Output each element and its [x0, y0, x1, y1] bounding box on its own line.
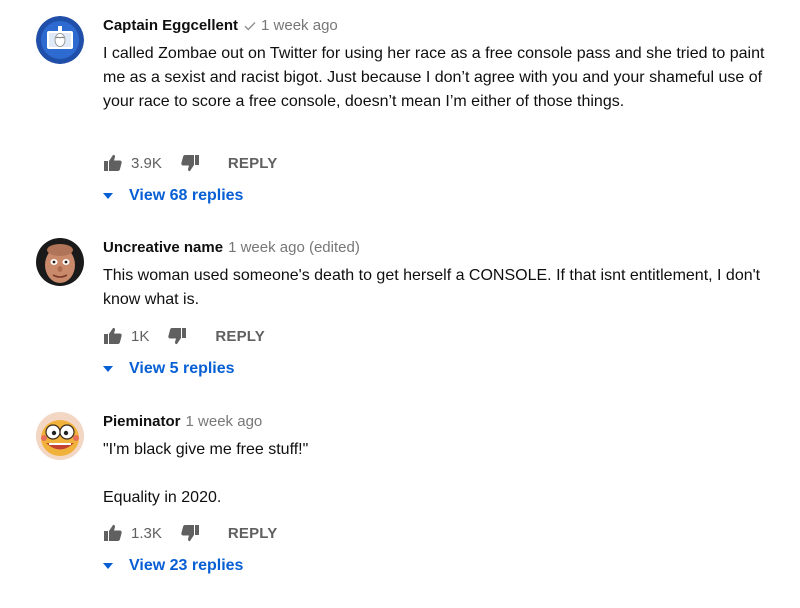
egg-logo-avatar-icon [36, 16, 84, 64]
thumbs-up-icon[interactable] [103, 153, 123, 173]
comment-body: Uncreative name 1 week ago (edited) This … [103, 238, 783, 377]
comment-body: Pieminator 1 week ago "I'm black give me … [103, 412, 783, 574]
verified-check-icon [244, 17, 256, 37]
thumbs-up-icon[interactable] [103, 523, 123, 543]
view-replies-button[interactable]: View 23 replies [103, 554, 243, 578]
reply-button[interactable]: REPLY [228, 525, 278, 542]
caret-down-icon [103, 366, 113, 372]
author-name[interactable]: Captain Eggcellent [103, 17, 238, 34]
comment-paragraph-spacer [103, 462, 783, 486]
reply-button[interactable]: REPLY [215, 328, 265, 345]
thumbs-up-icon[interactable] [103, 326, 123, 346]
thumbs-down-icon[interactable] [167, 326, 187, 346]
comment-paragraph: "I'm black give me free stuff!" [103, 441, 309, 458]
comment-header: Uncreative name 1 week ago (edited) [103, 238, 783, 260]
comment-paragraph: This woman used someone's death to get h… [103, 267, 761, 308]
comment-timestamp[interactable]: 1 week ago [186, 413, 263, 430]
comment-header: Captain Eggcellent 1 week ago [103, 16, 783, 38]
like-count: 3.9K [131, 154, 162, 172]
comment: Captain Eggcellent 1 week ago I called Zo… [0, 16, 800, 216]
avatar[interactable] [36, 412, 84, 460]
view-replies-button[interactable]: View 68 replies [103, 184, 243, 208]
like-count: 1K [131, 327, 150, 345]
view-replies-label: View 5 replies [129, 360, 235, 377]
comment-text: I called Zombae out on Twitter for using… [103, 42, 783, 114]
avatar[interactable] [36, 16, 84, 64]
cartoon-character-avatar-icon [36, 412, 84, 460]
avatar[interactable] [36, 238, 84, 286]
comment: Uncreative name 1 week ago (edited) This … [0, 238, 800, 398]
thumbs-down-icon[interactable] [180, 523, 200, 543]
comment-actions: 3.9K REPLY [103, 152, 278, 174]
comment-timestamp[interactable]: 1 week ago (edited) [228, 239, 360, 256]
comment-actions: 1.3K REPLY [103, 522, 278, 544]
author-name[interactable]: Uncreative name [103, 239, 223, 256]
comment-actions: 1K REPLY [103, 325, 265, 347]
caret-down-icon [103, 193, 113, 199]
comment-paragraph: Equality in 2020. [103, 489, 222, 506]
author-name[interactable]: Pieminator [103, 413, 181, 430]
comment-text: This woman used someone's death to get h… [103, 264, 783, 312]
view-replies-button[interactable]: View 5 replies [103, 357, 235, 381]
comment-text: "I'm black give me free stuff!" Equality… [103, 438, 783, 510]
view-replies-label: View 23 replies [129, 557, 244, 574]
thumbs-down-icon[interactable] [180, 153, 200, 173]
reply-button[interactable]: REPLY [228, 155, 278, 172]
like-count: 1.3K [131, 524, 162, 542]
comment-body: Captain Eggcellent 1 week ago I called Zo… [103, 16, 783, 204]
cartoon-face-avatar-icon [36, 238, 84, 286]
caret-down-icon [103, 563, 113, 569]
view-replies-label: View 68 replies [129, 187, 244, 204]
comment: Pieminator 1 week ago "I'm black give me … [0, 412, 800, 592]
comment-timestamp[interactable]: 1 week ago [261, 17, 338, 34]
comment-paragraph: I called Zombae out on Twitter for using… [103, 45, 765, 110]
comment-header: Pieminator 1 week ago [103, 412, 783, 434]
